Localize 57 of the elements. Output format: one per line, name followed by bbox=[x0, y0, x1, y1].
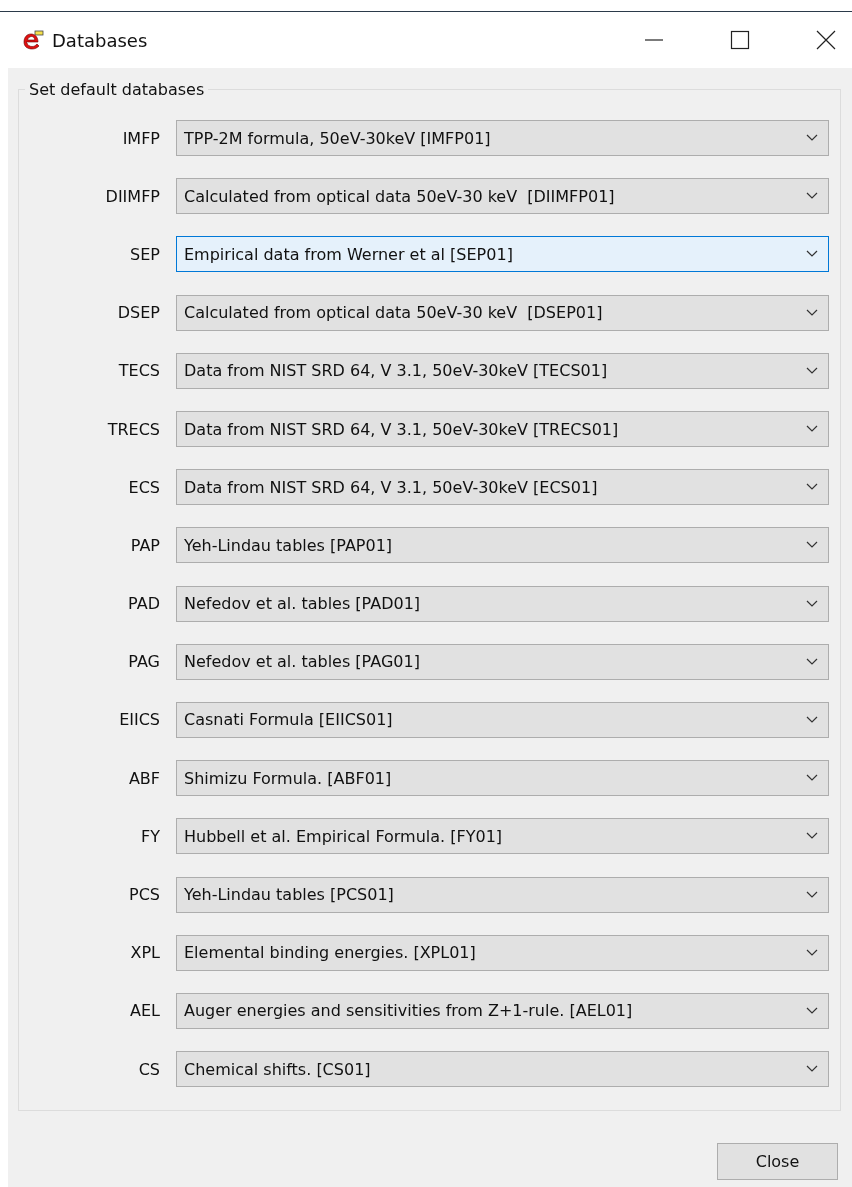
dropdown[interactable]: Yeh-Lindau tables [PAP01] bbox=[176, 527, 829, 564]
chevron-icon bbox=[806, 657, 818, 666]
window-title: Databases bbox=[52, 29, 148, 51]
chevron-icon bbox=[806, 599, 818, 608]
close-icon[interactable] bbox=[816, 30, 836, 50]
chevron-icon bbox=[806, 250, 818, 259]
dropdown[interactable]: Calculated from optical data 50eV-30 keV [DSEP01] bbox=[176, 294, 829, 331]
field-label: DIIMFP bbox=[104, 186, 161, 206]
dropdown[interactable]: Elemental binding energies. [XPL01] bbox=[176, 934, 829, 971]
chevron-icon bbox=[806, 774, 818, 783]
dropdown[interactable]: Chemical shifts. [CS01] bbox=[176, 1051, 829, 1088]
chevron-icon bbox=[806, 832, 818, 841]
field-label: ECS bbox=[127, 477, 161, 497]
dropdown[interactable]: Nefedov et al. tables [PAD01] bbox=[176, 585, 829, 622]
dropdown[interactable]: Auger energies and sensitivities from Z+1-rule. [AEL01] bbox=[176, 992, 829, 1029]
field-label: PCS bbox=[128, 885, 161, 905]
field-label: ABF bbox=[127, 768, 161, 788]
field-label: PAP bbox=[129, 535, 161, 555]
dropdown[interactable]: Yeh-Lindau tables [PCS01] bbox=[176, 876, 829, 913]
chevron-icon bbox=[806, 425, 818, 434]
chevron-icon bbox=[806, 134, 818, 143]
field-label: AEL bbox=[129, 1001, 161, 1021]
field-label: TRECS bbox=[106, 419, 161, 439]
chevron-icon bbox=[806, 1006, 818, 1015]
group-title: Set default databases bbox=[28, 80, 206, 99]
field-label: PAD bbox=[127, 594, 161, 614]
app-icon bbox=[22, 29, 44, 51]
chevron-icon bbox=[806, 366, 818, 375]
field-label: SEP bbox=[129, 244, 161, 264]
field-label: TECS bbox=[117, 361, 161, 381]
dropdown[interactable]: Hubbell et al. Empirical Formula. [FY01] bbox=[176, 818, 829, 855]
chevron-icon bbox=[806, 948, 818, 957]
field-label: PAG bbox=[127, 652, 161, 672]
dropdown[interactable]: Data from NIST SRD 64, V 3.1, 50eV-30keV [TECS01] bbox=[176, 352, 829, 389]
dropdown[interactable]: Nefedov et al. tables [PAG01] bbox=[176, 643, 829, 680]
field-label: DSEP bbox=[116, 303, 161, 323]
dropdown[interactable]: Casnati Formula [EIICS01] bbox=[176, 701, 829, 738]
dropdown[interactable]: Shimizu Formula. [ABF01] bbox=[176, 760, 829, 797]
dropdown[interactable]: Calculated from optical data 50eV-30 keV [DIIMFP01] bbox=[176, 178, 829, 215]
chevron-icon bbox=[806, 541, 818, 550]
field-label: EIICS bbox=[118, 710, 161, 730]
chevron-icon bbox=[806, 715, 818, 724]
field-label: IMFP bbox=[121, 128, 161, 148]
chevron-icon bbox=[806, 1065, 818, 1074]
chevron-icon bbox=[806, 890, 818, 899]
close-button[interactable]: Close bbox=[717, 1143, 838, 1181]
field-label: FY bbox=[140, 826, 161, 846]
chevron-icon bbox=[806, 483, 818, 492]
chevron-icon bbox=[806, 308, 818, 317]
field-label: XPL bbox=[129, 943, 161, 963]
dropdown[interactable]: TPP-2M formula, 50eV-30keV [IMFP01] bbox=[176, 120, 829, 157]
field-label: CS bbox=[137, 1059, 161, 1079]
dropdown[interactable]: Empirical data from Werner et al [SEP01] bbox=[176, 236, 829, 273]
maximize-icon[interactable] bbox=[730, 30, 750, 50]
dropdown[interactable]: Data from NIST SRD 64, V 3.1, 50eV-30keV [TRECS01] bbox=[176, 411, 829, 448]
chevron-icon bbox=[806, 192, 818, 201]
dropdown[interactable]: Data from NIST SRD 64, V 3.1, 50eV-30keV [ECS01] bbox=[176, 469, 829, 506]
